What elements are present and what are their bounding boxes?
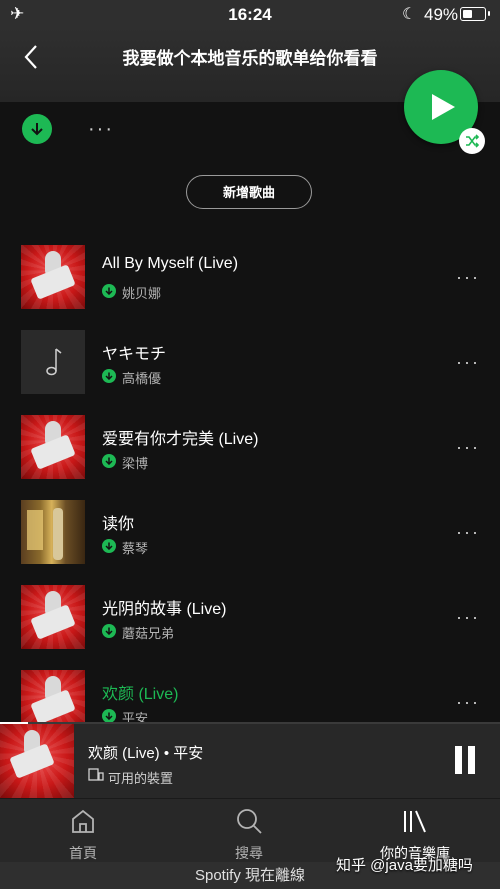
watermark: 知乎 @java要加糖吗 xyxy=(336,857,473,874)
track-artist: 蔡琴 xyxy=(122,541,149,556)
add-song-button[interactable]: 新增歌曲 xyxy=(186,175,312,209)
track-title: ヤキモチ xyxy=(102,346,167,363)
search-icon xyxy=(237,809,262,834)
track-title: 欢颜 (Live) xyxy=(102,686,179,703)
track-row[interactable]: 读你蔡琴 ··· xyxy=(0,500,500,580)
voice-logo xyxy=(30,264,76,300)
downloaded-icon xyxy=(102,454,116,468)
downloaded-icon xyxy=(102,539,116,553)
now-playing-title: 欢颜 (Live) • 平安 xyxy=(88,745,204,762)
devices-icon xyxy=(88,768,104,781)
track-artist: 梁博 xyxy=(122,456,149,471)
track-artist: 高橋優 xyxy=(122,371,162,386)
track-more-button[interactable]: ··· xyxy=(456,352,480,373)
voice-logo xyxy=(30,434,76,470)
track-row[interactable]: ヤキモチ高橋優 ··· xyxy=(0,330,500,410)
tab-home-label: 首頁 xyxy=(69,845,97,861)
track-title: 爱要有你才完美 (Live) xyxy=(102,431,259,448)
moon-icon: ☾ xyxy=(402,6,417,23)
downloaded-icon xyxy=(102,369,116,383)
music-note-icon xyxy=(46,348,62,376)
track-title: All By Myself (Live) xyxy=(102,255,239,272)
available-devices[interactable]: 可用的裝置 xyxy=(108,768,173,787)
play-icon xyxy=(432,94,455,120)
downloaded-icon xyxy=(102,624,116,638)
download-arrow-icon xyxy=(105,372,113,380)
track-more-button[interactable]: ··· xyxy=(456,267,480,288)
track-artist: 蘑菇兄弟 xyxy=(122,626,175,641)
battery-cap xyxy=(488,11,490,16)
status-bar: ✈ 16:24 ☾ 49% xyxy=(0,0,500,28)
album-cover xyxy=(21,500,85,564)
download-arrow-icon xyxy=(105,712,113,720)
chevron-left-icon xyxy=(24,45,37,69)
voice-logo xyxy=(30,604,76,640)
track-title: 光阴的故事 (Live) xyxy=(102,601,227,618)
pause-icon-bar-right xyxy=(468,746,475,774)
voice-logo xyxy=(30,689,76,725)
now-playing-cover xyxy=(0,724,74,798)
download-icon xyxy=(31,123,43,136)
shuffle-button[interactable] xyxy=(459,128,485,154)
shuffle-icon xyxy=(466,134,479,148)
page-title: 我要做个本地音乐的歌单给你看看 xyxy=(122,49,378,68)
battery-icon xyxy=(460,7,486,21)
downloaded-icon xyxy=(102,284,116,298)
track-row[interactable]: 光阴的故事 (Live) 蘑菇兄弟 ··· xyxy=(0,585,500,665)
tab-search-label: 搜尋 xyxy=(235,845,263,861)
tab-search[interactable]: 搜尋 xyxy=(166,799,332,863)
track-more-button[interactable]: ··· xyxy=(456,692,480,713)
track-more-button[interactable]: ··· xyxy=(456,522,480,543)
tab-home[interactable]: 首頁 xyxy=(0,799,166,863)
downloaded-icon xyxy=(102,709,116,723)
playlist-more-button[interactable]: ··· xyxy=(88,118,114,141)
album-cover xyxy=(21,585,85,649)
album-cover xyxy=(21,415,85,479)
battery-percent: 49% xyxy=(424,5,459,24)
album-cover xyxy=(21,330,85,394)
back-button[interactable] xyxy=(18,42,44,72)
track-artist: 姚贝娜 xyxy=(122,286,162,301)
track-more-button[interactable]: ··· xyxy=(456,437,480,458)
download-arrow-icon xyxy=(105,287,113,295)
library-icon xyxy=(404,810,426,833)
pause-button[interactable] xyxy=(452,746,478,774)
download-arrow-icon xyxy=(105,627,113,635)
download-toggle[interactable] xyxy=(22,114,52,144)
home-icon xyxy=(72,809,94,833)
track-row[interactable]: 爱要有你才完美 (Live) 梁博 ··· xyxy=(0,415,500,495)
pause-icon-bar-left xyxy=(455,746,462,774)
track-title: 读你 xyxy=(102,516,135,533)
download-arrow-icon xyxy=(105,542,113,550)
track-row[interactable]: All By Myself (Live) 姚贝娜 ··· xyxy=(0,245,500,325)
download-arrow-icon xyxy=(105,457,113,465)
track-more-button[interactable]: ··· xyxy=(456,607,480,628)
album-cover xyxy=(21,245,85,309)
voice-logo xyxy=(9,743,55,779)
now-playing-bar[interactable]: 欢颜 (Live) • 平安 可用的裝置 xyxy=(0,724,500,798)
